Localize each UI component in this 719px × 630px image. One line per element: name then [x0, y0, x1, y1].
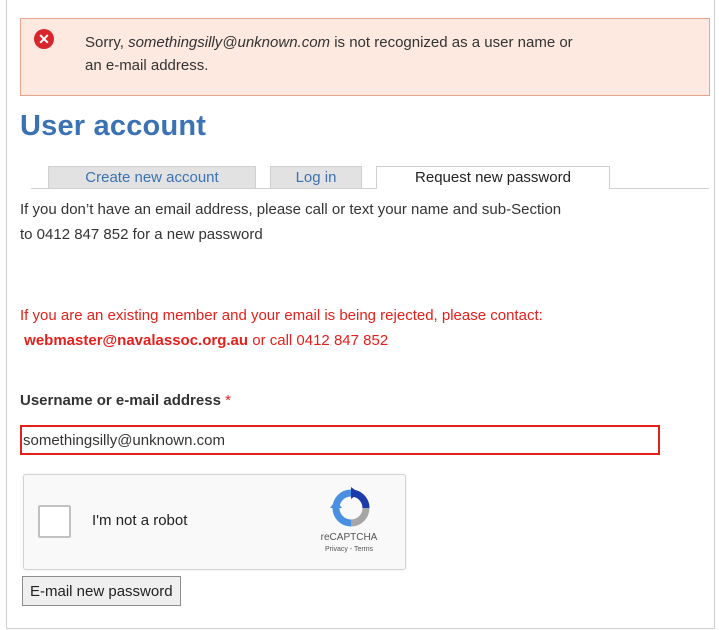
tab-log-in[interactable]: Log in [270, 166, 362, 188]
intro-text: If you don’t have an email address, plea… [20, 197, 705, 247]
error-icon: ✕ [34, 29, 54, 49]
intro-line2: to 0412 847 852 for a new password [20, 226, 263, 243]
warning-line2: or call 0412 847 852 [248, 332, 389, 349]
recaptcha-brand: reCAPTCHA [320, 532, 378, 543]
email-new-password-button[interactable]: E-mail new password [22, 576, 181, 606]
username-label: Username or e-mail address * [20, 392, 231, 409]
recaptcha-logo-icon [330, 487, 370, 527]
recaptcha-widget: I'm not a robot reCAPTCHA Privacy - Term… [23, 474, 406, 570]
webmaster-email-link[interactable]: webmaster@navalassoc.org.au [24, 332, 248, 349]
warning-line1: If you are an existing member and your e… [20, 307, 543, 324]
tab-create-account[interactable]: Create new account [48, 166, 256, 188]
error-text: Sorry, somethingsilly@unknown.com is not… [85, 31, 700, 77]
error-prefix: Sorry, [85, 34, 129, 51]
recaptcha-privacy-terms[interactable]: Privacy - Terms [294, 546, 404, 553]
tab-request-password[interactable]: Request new password [376, 166, 610, 189]
recaptcha-label: I'm not a robot [92, 512, 188, 529]
required-mark: * [225, 392, 231, 409]
username-input[interactable] [20, 425, 660, 455]
intro-line1: If you don’t have an email address, plea… [20, 201, 562, 218]
error-email: somethingsilly@unknown.com [128, 34, 331, 51]
error-suffix: is not recognized as a user name or [330, 34, 573, 51]
page-title: User account [20, 110, 207, 142]
error-message: ✕ Sorry, somethingsilly@unknown.com is n… [20, 18, 710, 96]
recaptcha-checkbox[interactable] [38, 505, 71, 538]
username-label-text: Username or e-mail address [20, 392, 221, 409]
warning-text: If you are an existing member and your e… [20, 303, 705, 353]
error-line2: an e-mail address. [85, 57, 209, 74]
